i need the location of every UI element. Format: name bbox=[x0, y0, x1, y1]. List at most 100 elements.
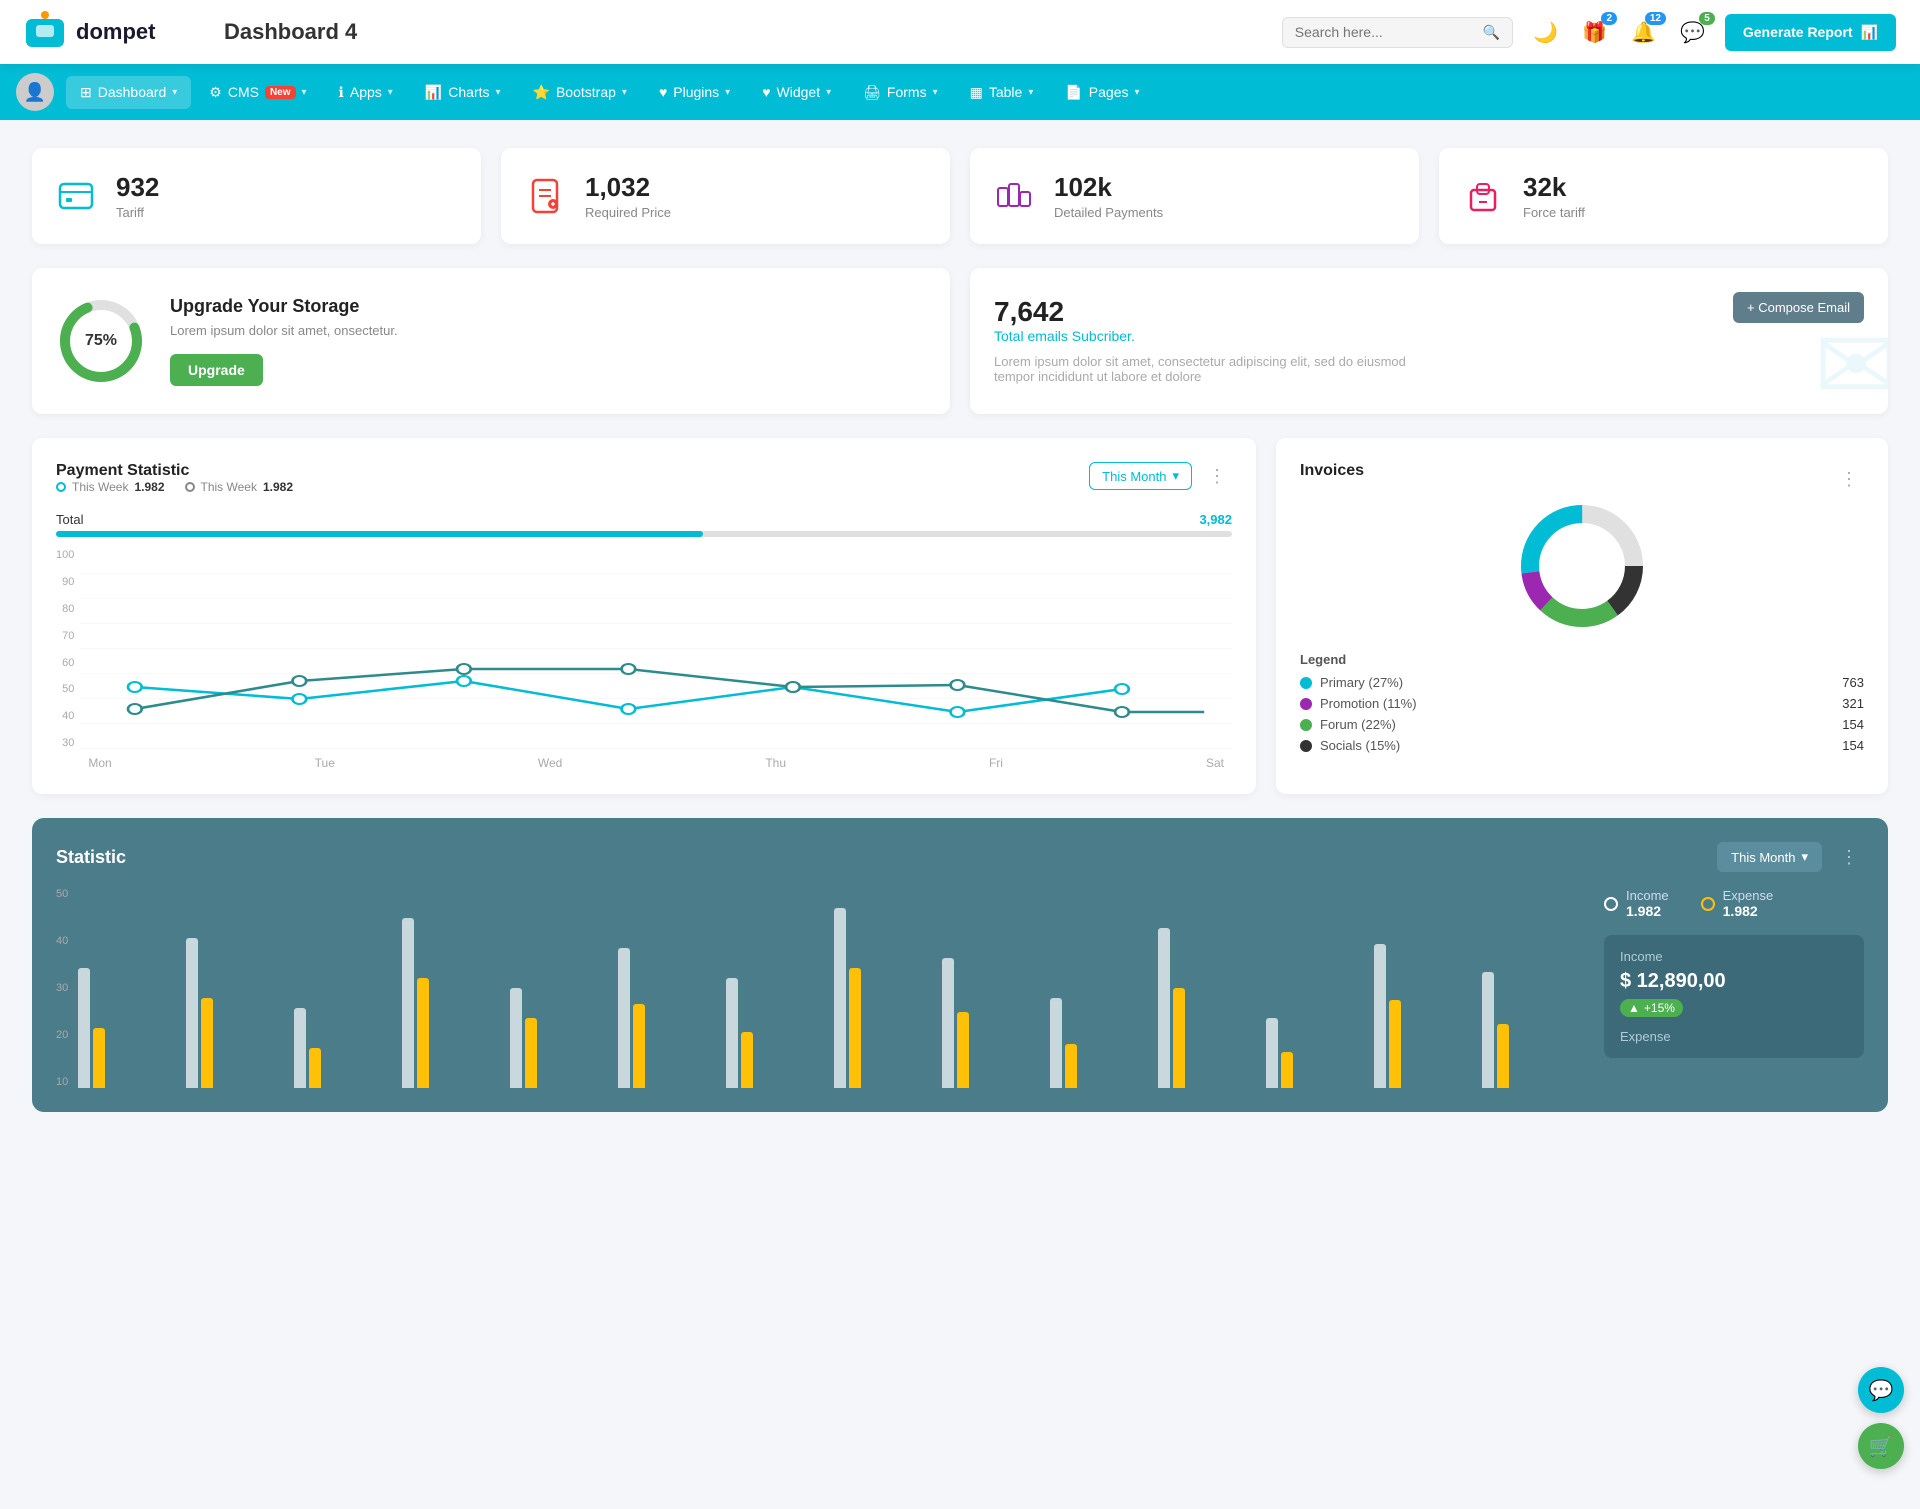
filter-button[interactable]: This Month ▾ bbox=[1089, 462, 1192, 490]
line-chart-svg bbox=[80, 549, 1232, 749]
x-label-mon: Mon bbox=[88, 756, 111, 770]
email-card: + Compose Email 7,642 Total emails Subcr… bbox=[970, 268, 1888, 414]
floating-chat-btn[interactable]: 💬 bbox=[1858, 1367, 1904, 1413]
bar-group bbox=[1374, 944, 1476, 1088]
filter-arrow-icon: ▾ bbox=[1172, 468, 1179, 484]
mid-section: 75% Upgrade Your Storage Lorem ipsum dol… bbox=[32, 268, 1888, 414]
inv-dot-forum bbox=[1300, 719, 1312, 731]
floating-cart-btn[interactable]: 🛒 bbox=[1858, 1423, 1904, 1469]
chart-header: Payment Statistic This Week 1.982 This W… bbox=[56, 462, 1232, 502]
inv-val-forum: 154 bbox=[1842, 717, 1864, 732]
nav-item-forms[interactable]: 🖨 Forms ▾ bbox=[849, 76, 951, 109]
progress-bar bbox=[56, 531, 1232, 537]
invoices-header: Invoices ⋮ bbox=[1300, 462, 1864, 496]
progress-bar-fill bbox=[56, 531, 703, 537]
nav-label-dashboard: Dashboard bbox=[98, 84, 167, 100]
bar-white bbox=[1482, 972, 1494, 1088]
forms-icon: 🖨 bbox=[863, 84, 881, 101]
nav-item-bootstrap[interactable]: ⭐ Bootstrap ▾ bbox=[519, 76, 641, 109]
nav-item-table[interactable]: ▦ Table ▾ bbox=[956, 76, 1048, 109]
bar-white bbox=[726, 978, 738, 1088]
expense-circle bbox=[1701, 897, 1715, 911]
x-label-sat: Sat bbox=[1206, 756, 1224, 770]
upgrade-button[interactable]: Upgrade bbox=[170, 354, 263, 386]
stat-legend-row: Income 1.982 Expense 1.982 bbox=[1604, 888, 1864, 919]
statistic-month-label: This Month bbox=[1731, 850, 1795, 865]
income-box: Income $ 12,890,00 ▲ +15% Expense bbox=[1604, 935, 1864, 1058]
bar-yellow bbox=[1281, 1052, 1293, 1088]
required-price-label: Required Price bbox=[585, 205, 671, 220]
gift-badge: 2 bbox=[1601, 12, 1617, 25]
charts-arrow: ▾ bbox=[496, 87, 501, 98]
inv-dot-primary bbox=[1300, 677, 1312, 689]
compose-email-button[interactable]: + Compose Email bbox=[1733, 292, 1864, 323]
bell-btn[interactable]: 🔔 12 bbox=[1627, 16, 1660, 49]
nav-item-charts[interactable]: 📊 Charts ▾ bbox=[411, 76, 515, 109]
force-tariff-icon bbox=[1459, 172, 1507, 220]
gift-btn[interactable]: 🎁 2 bbox=[1578, 16, 1611, 49]
logo-area: dompet bbox=[24, 11, 184, 53]
stat-info-tariff: 932 Tariff bbox=[116, 172, 159, 220]
legend-label-1: This Week bbox=[72, 480, 128, 494]
income-change-badge: ▲ +15% bbox=[1620, 999, 1683, 1017]
dark-mode-btn[interactable]: 🌙 bbox=[1529, 16, 1562, 49]
search-box[interactable]: 🔍 bbox=[1282, 17, 1513, 48]
statistic-month-btn[interactable]: This Month ▾ bbox=[1717, 842, 1822, 872]
stat-info-required-price: 1,032 Required Price bbox=[585, 172, 671, 220]
cms-arrow: ▾ bbox=[302, 87, 307, 98]
pages-arrow: ▾ bbox=[1134, 87, 1139, 98]
income-amount: $ 12,890,00 bbox=[1620, 970, 1848, 993]
apps-icon: ℹ bbox=[339, 84, 344, 101]
inv-label-forum: Forum (22%) bbox=[1320, 717, 1396, 732]
expense-label: Expense bbox=[1723, 888, 1774, 903]
nav-item-cms[interactable]: ⚙ CMS New ▾ bbox=[195, 76, 320, 109]
bar-yellow bbox=[1497, 1024, 1509, 1088]
bar-white bbox=[186, 938, 198, 1088]
storage-donut: 75% bbox=[56, 296, 146, 386]
inv-val-promotion: 321 bbox=[1842, 696, 1864, 711]
inv-legend-row-primary: Primary (27%) 763 bbox=[1300, 675, 1864, 690]
bar-group bbox=[834, 908, 936, 1088]
nav-item-apps[interactable]: ℹ Apps ▾ bbox=[325, 76, 407, 109]
inv-legend-row-socials: Socials (15%) 154 bbox=[1300, 738, 1864, 753]
bar-yellow bbox=[1173, 988, 1185, 1088]
invoices-card: Invoices ⋮ Legend bbox=[1276, 438, 1888, 794]
bar-white bbox=[78, 968, 90, 1088]
bootstrap-icon: ⭐ bbox=[533, 84, 550, 101]
nav-item-plugins[interactable]: ♥ Plugins ▾ bbox=[645, 76, 744, 108]
charts-nav-icon: 📊 bbox=[425, 84, 442, 101]
tariff-value: 932 bbox=[116, 172, 159, 203]
inv-val-socials: 154 bbox=[1842, 738, 1864, 753]
bar-white bbox=[1374, 944, 1386, 1088]
nav-item-pages[interactable]: 📄 Pages ▾ bbox=[1051, 76, 1153, 109]
nav-item-dashboard[interactable]: ⊞ Dashboard ▾ bbox=[66, 76, 191, 109]
statistic-header: Statistic This Month ▾ ⋮ bbox=[56, 842, 1864, 872]
stat-card-detailed-payments: 102k Detailed Payments bbox=[970, 148, 1419, 244]
chart-body: 100 90 80 70 60 50 40 30 bbox=[56, 549, 1232, 770]
legend-dot-2 bbox=[185, 482, 195, 492]
bar-chart-wrap: 50 40 30 20 10 bbox=[56, 888, 1584, 1088]
bar-white bbox=[510, 988, 522, 1088]
bar-group bbox=[402, 918, 504, 1088]
x-label-tue: Tue bbox=[315, 756, 335, 770]
nav-label-cms: CMS bbox=[228, 84, 259, 100]
legend-val-1: 1.982 bbox=[134, 480, 164, 494]
chart-more-btn[interactable]: ⋮ bbox=[1202, 464, 1232, 489]
statistic-more-btn[interactable]: ⋮ bbox=[1834, 845, 1864, 870]
bar-group bbox=[1158, 928, 1260, 1088]
bar-white bbox=[1158, 928, 1170, 1088]
force-tariff-label: Force tariff bbox=[1523, 205, 1585, 220]
page-title: Dashboard 4 bbox=[224, 19, 1282, 45]
legend-val-2: 1.982 bbox=[263, 480, 293, 494]
invoices-more-btn[interactable]: ⋮ bbox=[1834, 467, 1864, 492]
search-input[interactable] bbox=[1295, 24, 1475, 40]
generate-report-button[interactable]: Generate Report 📊 bbox=[1725, 14, 1896, 51]
nav-label-apps: Apps bbox=[350, 84, 382, 100]
chat-btn[interactable]: 💬 5 bbox=[1676, 16, 1709, 49]
total-value: 3,982 bbox=[1199, 512, 1232, 527]
bar-yellow bbox=[633, 1004, 645, 1088]
bar-yellow bbox=[525, 1018, 537, 1088]
income-circle bbox=[1604, 897, 1618, 911]
stat-legend-income: Income 1.982 bbox=[1604, 888, 1669, 919]
nav-item-widget[interactable]: ♥ Widget ▾ bbox=[748, 76, 845, 108]
